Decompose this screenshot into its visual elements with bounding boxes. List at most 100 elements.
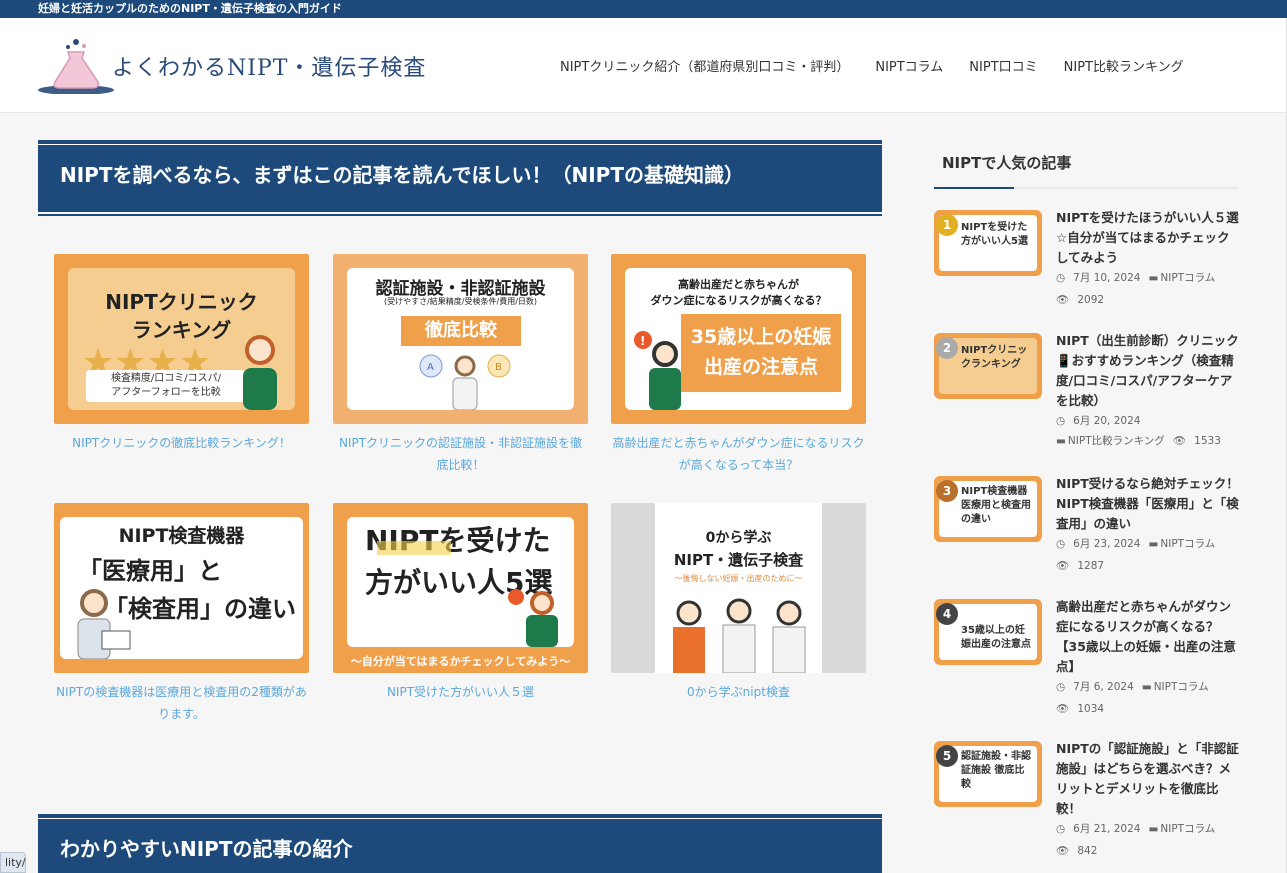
eye-icon: 👁 (1056, 703, 1070, 715)
article-thumbnail: NIPTを受けた 方がいい人5選 〜自分が当てはまるかチェックしてみよう〜 (333, 503, 588, 673)
article-caption[interactable]: NIPTクリニックの認証施設・非認証施設を徹底比較！ (333, 432, 588, 476)
popular-title[interactable]: NIPTを受けたほうがいい人５選☆自分が当てはまるかチェックしてみよう (1056, 208, 1240, 268)
article-card-learn-from-zero[interactable]: 0から学ぶ NIPT・遺伝子検査 〜後悔しない妊娠・出産のために〜 0から学ぶn… (611, 503, 866, 703)
article-caption[interactable]: 高齢出産だと赤ちゃんがダウン症になるリスクが高くなるって本当？ (611, 432, 866, 476)
clock-icon: ◷ (1056, 272, 1066, 284)
article-thumbnail: 0から学ぶ NIPT・遺伝子検査 〜後悔しない妊娠・出産のために〜 (611, 503, 866, 673)
laptop-woman-illustration-icon (77, 589, 131, 659)
popular-category[interactable]: NIPTコラム (1160, 823, 1215, 835)
folder-icon: ▬ (1056, 435, 1066, 447)
clock-icon: ◷ (1056, 681, 1066, 693)
folder-icon: ▬ (1148, 272, 1159, 284)
article-thumbnail: NIPTクリニック ランキング ★★★★ 検査精度/口コミ/コスパ/ アフターフ… (54, 254, 309, 424)
article-card-certified[interactable]: 認証施設・非認証施設 (受けやすさ/結果精度/受検条件/費用/日数) 徹底比較 … (333, 254, 588, 476)
thumb-title: NIPT検査機器 (118, 525, 245, 547)
svg-text:!: ! (640, 334, 645, 348)
section-heading-intro: わかりやすいNIPTの記事の紹介 (38, 814, 882, 873)
popular-title[interactable]: NIPTの「認証施設」と「非認証施設」はどちらを選ぶべき？メリットとデメリットを… (1056, 739, 1240, 819)
thumb-note-1: 検査精度/口コミ/コスパ/ (110, 373, 222, 384)
article-thumbnail: 高齢出産だと赤ちゃんが ダウン症になるリスクが高くなる？ 35歳以上の妊娠 出産… (611, 254, 866, 424)
popular-date: 6月 23, 2024 (1073, 538, 1141, 550)
nav-ranking[interactable]: NIPT比較ランキング (1064, 56, 1184, 75)
article-caption[interactable]: NIPT受けた方がいい人５選 (333, 681, 588, 703)
thumb-note-2: アフターフォローを比較 (111, 387, 221, 398)
popular-views-row: 👁 2092 (1056, 290, 1112, 310)
popular-views: 1287 (1077, 560, 1105, 572)
popular-views-row: 👁 842 (1056, 841, 1105, 861)
thumb-note: 〜後悔しない妊娠・出産のために〜 (674, 574, 803, 583)
article-card-ranking[interactable]: NIPTクリニック ランキング ★★★★ 検査精度/口コミ/コスパ/ アフターフ… (54, 254, 309, 454)
popular-title[interactable]: NIPT（出生前診断）クリニック📱おすすめランキング（検査精度/口コミ/コスパ/… (1056, 331, 1240, 411)
thumb-footer: 〜自分が当てはまるかチェックしてみよう〜 (350, 655, 571, 668)
article-thumbnail: NIPT検査機器 「医療用」と 「検査用」の違い (54, 503, 309, 673)
rank-badge: 5 (936, 745, 958, 767)
article-caption[interactable]: NIPTの検査機器は医療用と検査用の2種類があります。 (54, 681, 309, 725)
thumb-title: 高齢出産だと赤ちゃんが (678, 278, 799, 291)
popular-views: 2092 (1077, 294, 1105, 306)
site-logo[interactable]: よくわかるNIPT・遺伝子検査 (38, 36, 438, 96)
article-thumbnail: 認証施設・非認証施設 (受けやすさ/結果精度/受検条件/費用/日数) 徹底比較 … (333, 254, 588, 424)
popular-category[interactable]: NIPTコラム (1154, 681, 1209, 693)
woman-illustration-icon (243, 335, 277, 410)
article-caption[interactable]: NIPTクリニックの徹底比較ランキング！ (54, 432, 309, 454)
clock-icon: ◷ (1056, 823, 1066, 835)
doctors-illustration-icon (673, 598, 806, 673)
site-header: よくわかるNIPT・遺伝子検査 NIPTクリニック紹介（都道府県別口コミ・評判）… (0, 18, 1287, 113)
rank-badge: 4 (936, 603, 958, 625)
logo-text: よくわかるNIPT・遺伝子検査 (112, 56, 427, 81)
section-heading-basics: NIPTを調べるなら、まずはこの記事を読んでほしい！（NIPTの基礎知識） (38, 140, 882, 216)
clock-icon: ◷ (1056, 415, 1066, 427)
site-tagline: 妊婦と妊活カップルのためのNIPT・遺伝子検査の入門ガイド (38, 2, 342, 15)
svg-text:B: B (495, 362, 502, 373)
folder-icon: ▬ (1148, 823, 1159, 835)
popular-title[interactable]: 高齢出産だと赤ちゃんがダウン症になるリスクが高くなる？【35歳以上の妊娠・出産の… (1056, 597, 1240, 677)
eye-icon: 👁 (1172, 435, 1187, 447)
thumb-subtitle: (受けやすさ/結果精度/受検条件/費用/日数) (383, 297, 538, 306)
thumb-subtitle-1: 「医療用」と (78, 557, 222, 585)
clock-icon: ◷ (1056, 538, 1066, 550)
popular-meta: ◷ 6月 21, 2024 ▬ NIPTコラム (1056, 819, 1223, 839)
popular-category[interactable]: NIPT比較ランキング (1068, 435, 1165, 447)
thumb-highlight: 徹底比較 (401, 316, 521, 346)
nav-column[interactable]: NIPTコラム (875, 56, 943, 75)
rank-badge: 2 (936, 337, 958, 359)
compare-illustration-icon: A B (419, 354, 511, 410)
thumb-subtitle-2: 「検査用」の違い (104, 595, 296, 623)
popular-views-row: 👁 1034 (1056, 699, 1112, 719)
popular-date: 6月 21, 2024 (1073, 823, 1141, 835)
svg-text:A: A (427, 362, 434, 373)
rank-badge: 3 (936, 480, 958, 502)
popular-views-row: ▬ NIPT比較ランキング 👁 1533 (1056, 431, 1229, 451)
eye-icon: 👁 (1056, 845, 1070, 857)
thumb-title: 0から学ぶ (705, 530, 772, 546)
nav-reviews[interactable]: NIPT口コミ (969, 56, 1037, 75)
sidebar: NIPTで人気の記事 1 NIPTを受けた方がいい人5選 NIPTを受けたほうが… (934, 140, 1239, 857)
thumb-subtitle: NIPT・遺伝子検査 (673, 551, 804, 569)
popular-views-row: 👁 1287 (1056, 556, 1112, 576)
thumb-subtitle: ダウン症になるリスクが高くなる？ (650, 294, 827, 307)
popular-meta: ◷ 6月 23, 2024 ▬ NIPTコラム (1056, 534, 1223, 554)
popular-category[interactable]: NIPTコラム (1160, 538, 1215, 550)
folder-icon: ▬ (1141, 681, 1152, 693)
article-caption[interactable]: 0から学ぶnipt検査 (611, 681, 866, 703)
thumb-title: NIPTクリニック (105, 290, 258, 314)
rank-badge: 1 (936, 214, 958, 236)
popular-category[interactable]: NIPTコラム (1160, 272, 1215, 284)
popular-meta: ◷ 7月 10, 2024 ▬ NIPTコラム (1056, 268, 1223, 288)
status-url-bar: lity/ (0, 852, 26, 873)
flask-logo-icon (38, 39, 114, 94)
article-card-elderly-birth[interactable]: 高齢出産だと赤ちゃんが ダウン症になるリスクが高くなる？ 35歳以上の妊娠 出産… (611, 254, 866, 476)
article-card-device[interactable]: NIPT検査機器 「医療用」と 「検査用」の違い NIPTの検査機器は医療用と検… (54, 503, 309, 725)
popular-date: 7月 10, 2024 (1073, 272, 1141, 284)
thumb-highlight-1: 35歳以上の妊娠 (690, 326, 832, 348)
popular-views: 1533 (1194, 435, 1221, 447)
eye-icon: 👁 (1056, 294, 1070, 306)
folder-icon: ▬ (1148, 538, 1159, 550)
popular-meta: ◷ 6月 20, 2024 (1056, 411, 1148, 431)
alert-woman-illustration-icon (508, 589, 558, 647)
eye-icon: 👁 (1056, 560, 1070, 572)
popular-title[interactable]: NIPT受けるなら絶対チェック！NIPT検査機器「医療用」と「検査用」の違い (1056, 474, 1240, 534)
article-card-who-should[interactable]: NIPTを受けた 方がいい人5選 〜自分が当てはまるかチェックしてみよう〜 NI… (333, 503, 588, 703)
thumb-highlight-2: 出産の注意点 (703, 356, 818, 378)
nav-clinic-intro[interactable]: NIPTクリニック紹介（都道府県別口コミ・評判） (560, 56, 849, 75)
